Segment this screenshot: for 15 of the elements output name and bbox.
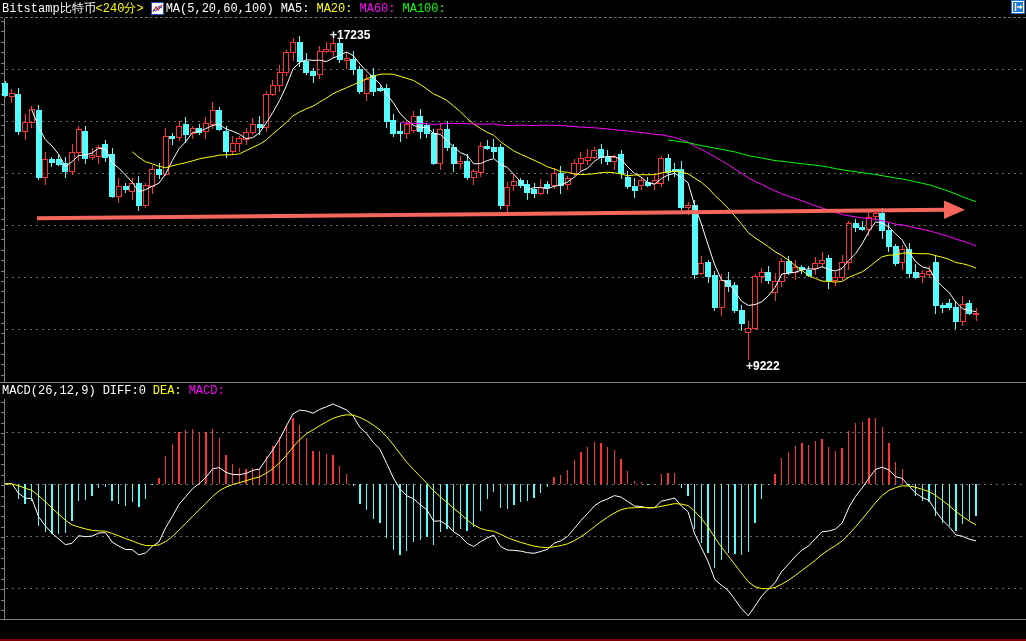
indicator-name: MA(5,20,60,100) [165,1,274,16]
macd-legend-label: DEA: [152,384,182,398]
ma-legend-label: MA60: [359,1,396,16]
ma-legend-label: MA5: [280,1,310,16]
line-chart-icon [150,2,164,15]
macd-legend-label: MACD: [188,384,225,398]
ma-legend-label: MA20: [316,1,353,16]
ma-legend-label: MA100: [402,1,446,16]
bar-and-arrow-icon[interactable] [1011,0,1025,14]
high-price-label: +17235 [330,28,371,42]
period-label: <240分> [95,1,144,17]
indicator-name: MACD(26,12,9) [2,384,96,398]
macd-legend-label: DIFF:0 [102,384,146,398]
symbol-name: Bitstamp比特币 [2,1,96,17]
low-price-label: +9222 [746,359,780,373]
